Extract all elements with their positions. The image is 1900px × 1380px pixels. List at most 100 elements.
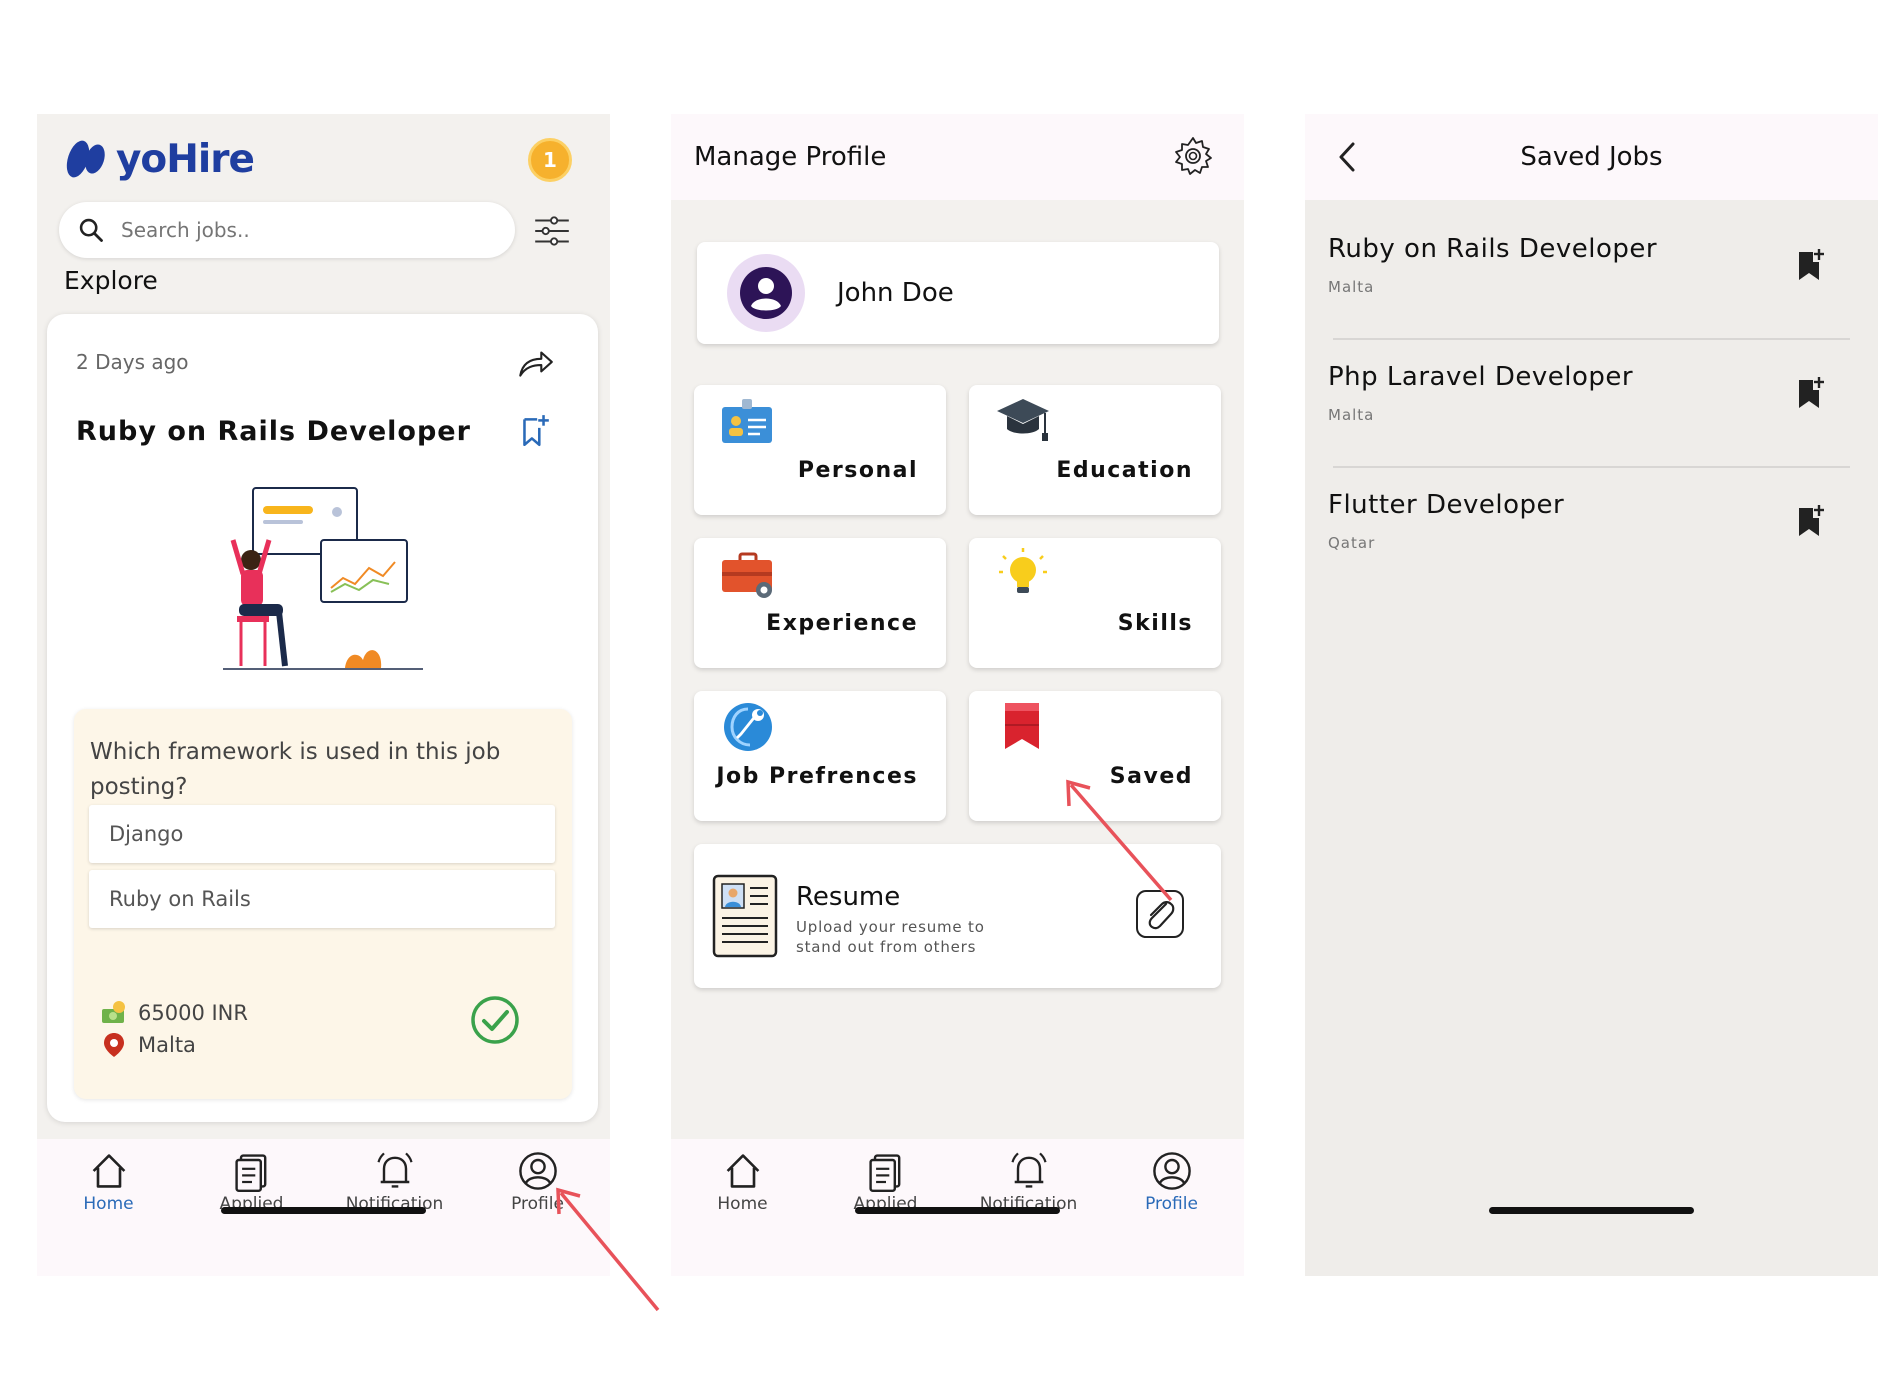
- profile-card[interactable]: John Doe: [697, 242, 1219, 344]
- tile-experience-label: Experience: [766, 611, 918, 636]
- avatar: [727, 254, 805, 332]
- yohire-logo: yoHire: [64, 134, 255, 184]
- page-title: Manage Profile: [694, 142, 887, 172]
- tile-education-label: Education: [1056, 458, 1193, 483]
- paperclip-icon: [1148, 901, 1175, 930]
- tile-personal-label: Personal: [797, 458, 918, 483]
- bell-icon: [376, 1152, 413, 1188]
- home-icon: [92, 1154, 125, 1188]
- tile-saved[interactable]: Saved: [969, 691, 1221, 821]
- header: Manage Profile: [671, 114, 1244, 200]
- share-icon[interactable]: [514, 342, 556, 384]
- saved-job-title: Php Laravel Developer: [1328, 362, 1634, 392]
- home-icon: [726, 1154, 759, 1188]
- home-indicator: [855, 1207, 1060, 1214]
- nav-home-label: Home: [83, 1194, 134, 1214]
- tile-job-preferences[interactable]: Job Prefrences: [694, 691, 946, 821]
- nav-applied[interactable]: Applied: [180, 1149, 323, 1214]
- filter-icon[interactable]: [531, 210, 573, 252]
- saved-job-title: Flutter Developer: [1328, 490, 1565, 520]
- posted-time: 2 Days ago: [76, 350, 189, 374]
- briefcase-icon: [722, 552, 772, 598]
- search-icon: [79, 218, 103, 242]
- document-icon: [868, 1154, 900, 1193]
- saved-bookmark-icon: [1005, 703, 1039, 749]
- page-title: Saved Jobs: [1520, 142, 1663, 172]
- divider: [1333, 466, 1850, 468]
- manage-profile-screen: Manage Profile John Doe Personal Educati…: [671, 114, 1244, 1276]
- saved-job-item[interactable]: Ruby on Rails Developer Malta: [1305, 214, 1878, 342]
- location-pin-icon: [104, 1033, 124, 1057]
- nav-home[interactable]: Home: [37, 1149, 180, 1214]
- nav-home[interactable]: Home: [671, 1149, 814, 1214]
- tile-skills[interactable]: Skills: [969, 538, 1221, 668]
- graduation-cap-icon: [997, 399, 1049, 441]
- back-chevron-icon[interactable]: [1331, 140, 1365, 174]
- quiz-option-ruby-on-rails[interactable]: Ruby on Rails: [89, 870, 555, 928]
- job-title: Ruby on Rails Developer: [76, 416, 471, 447]
- coin-badge[interactable]: 1: [528, 138, 572, 182]
- resume-icon: [712, 874, 778, 958]
- quiz-card: Which framework is used in this job post…: [74, 709, 572, 1099]
- salary-row: 65000 INR: [100, 999, 248, 1027]
- nav-profile[interactable]: Profile: [466, 1149, 609, 1214]
- quiz-option-django[interactable]: Django: [89, 805, 555, 863]
- location-row: Malta: [100, 1031, 196, 1059]
- tile-job-preferences-label: Job Prefrences: [716, 764, 918, 789]
- divider: [1333, 338, 1850, 340]
- salary-text: 65000 INR: [138, 1001, 248, 1025]
- tile-skills-label: Skills: [1117, 611, 1193, 636]
- explore-screen: yoHire 1 Explore 2 Days ago Ruby on Rail…: [37, 114, 610, 1276]
- bookmark-filled-icon[interactable]: [1795, 376, 1827, 410]
- saved-job-item[interactable]: Php Laravel Developer Malta: [1305, 342, 1878, 470]
- bookmark-filled-icon[interactable]: [1795, 248, 1827, 282]
- check-circle-icon: [471, 996, 519, 1044]
- nav-profile-label: Profile: [511, 1194, 564, 1214]
- search-bar[interactable]: [59, 202, 515, 258]
- nav-home-label: Home: [717, 1194, 768, 1214]
- job-card[interactable]: 2 Days ago Ruby on Rails Developer Which…: [47, 314, 598, 1122]
- wrench-globe-icon: [724, 703, 772, 751]
- resume-card[interactable]: Resume Upload your resume to stand out f…: [694, 844, 1221, 988]
- lightbulb-icon: [999, 548, 1047, 593]
- nav-notification[interactable]: Notification: [957, 1149, 1100, 1214]
- upload-resume-button[interactable]: [1136, 890, 1184, 938]
- nav-applied[interactable]: Applied: [814, 1149, 957, 1214]
- bell-icon: [1010, 1152, 1047, 1188]
- saved-job-location: Malta: [1328, 406, 1375, 424]
- resume-description: Upload your resume to stand out from oth…: [796, 918, 985, 956]
- saved-job-location: Malta: [1328, 278, 1375, 296]
- nav-profile-label: Profile: [1145, 1194, 1198, 1214]
- profile-icon: [1152, 1152, 1191, 1190]
- gear-icon[interactable]: [1171, 134, 1215, 178]
- tile-personal[interactable]: Personal: [694, 385, 946, 515]
- nav-notification[interactable]: Notification: [323, 1149, 466, 1214]
- profile-name: John Doe: [837, 278, 954, 308]
- job-illustration: [223, 487, 423, 670]
- resume-title: Resume: [796, 882, 901, 912]
- search-input[interactable]: [121, 218, 481, 242]
- document-icon: [234, 1154, 266, 1193]
- header: Saved Jobs: [1305, 114, 1878, 200]
- home-indicator: [221, 1207, 426, 1214]
- bookmark-filled-icon[interactable]: [1795, 504, 1827, 538]
- section-title: Explore: [64, 266, 158, 295]
- money-icon: [102, 1001, 125, 1023]
- location-text: Malta: [138, 1033, 196, 1057]
- logo-text: yoHire: [116, 136, 255, 182]
- tile-education[interactable]: Education: [969, 385, 1221, 515]
- yohire-logo-icon: [66, 140, 105, 178]
- home-indicator: [1489, 1207, 1694, 1214]
- quiz-question: Which framework is used in this job post…: [90, 739, 501, 800]
- profile-icon: [518, 1152, 557, 1190]
- saved-job-title: Ruby on Rails Developer: [1328, 234, 1658, 264]
- nav-profile[interactable]: Profile: [1100, 1149, 1243, 1214]
- saved-job-location: Qatar: [1328, 534, 1376, 552]
- user-avatar-icon: [740, 267, 792, 319]
- tile-experience[interactable]: Experience: [694, 538, 946, 668]
- id-card-icon: [722, 399, 772, 443]
- saved-job-item[interactable]: Flutter Developer Qatar: [1305, 470, 1878, 598]
- saved-jobs-screen: Saved Jobs Ruby on Rails Developer Malta…: [1305, 114, 1878, 1276]
- bookmark-add-icon[interactable]: [518, 413, 550, 449]
- tile-saved-label: Saved: [1109, 764, 1193, 789]
